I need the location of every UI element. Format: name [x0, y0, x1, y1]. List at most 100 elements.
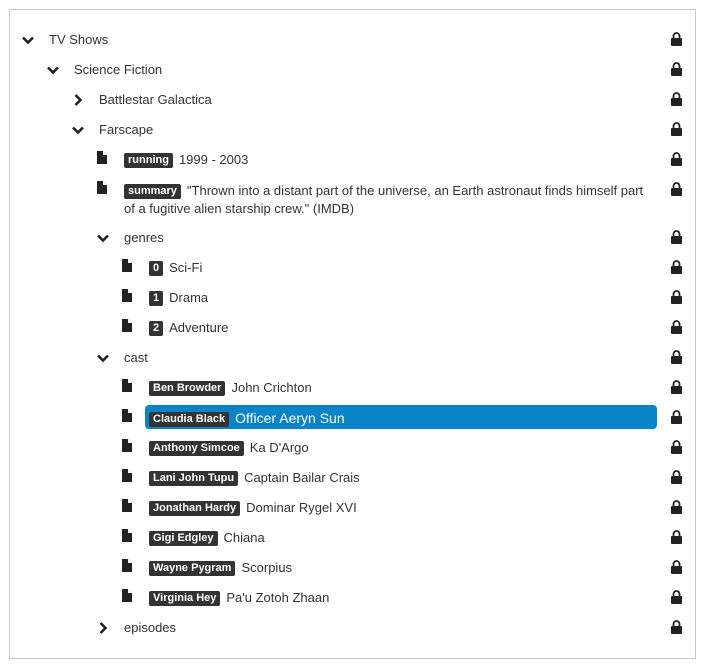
tree-node-cast[interactable]: cast [10, 343, 695, 373]
chevron-right-icon[interactable] [96, 621, 110, 635]
key-badge: Ben Browder [149, 381, 226, 396]
document-icon [122, 529, 134, 543]
tree-leaf-cast-member[interactable]: Gigi Edgley Chiana [10, 523, 695, 553]
lock-icon[interactable] [671, 410, 682, 424]
document-icon [122, 379, 134, 393]
node-label: TV Shows [49, 32, 109, 47]
document-icon [122, 439, 134, 453]
lock-icon[interactable] [671, 560, 682, 574]
lock-icon[interactable] [671, 320, 682, 334]
lock-icon[interactable] [671, 122, 682, 136]
leaf-content: Anthony Simcoe Ka D'Argo [149, 433, 309, 463]
tree-node-science-fiction[interactable]: Science Fiction [10, 55, 695, 85]
document-icon [97, 181, 109, 195]
lock-icon[interactable] [671, 152, 682, 166]
key-badge: 2 [149, 321, 164, 336]
document-icon [122, 499, 134, 513]
tree-leaf-cast-member[interactable]: Anthony Simcoe Ka D'Argo [10, 433, 695, 463]
leaf-value: Adventure [169, 320, 229, 335]
leaf-content: Virginia Hey Pa'u Zotoh Zhaan [149, 583, 329, 613]
lock-icon[interactable] [671, 380, 682, 394]
document-icon [122, 409, 134, 423]
leaf-value: 1999 - 2003 [178, 152, 249, 167]
node-label: Farscape [99, 122, 154, 137]
chevron-down-icon[interactable] [46, 63, 60, 77]
leaf-value: John Crichton [231, 380, 312, 395]
chevron-down-icon[interactable] [71, 123, 85, 137]
lock-icon[interactable] [671, 500, 682, 514]
node-label: Battlestar Galactica [99, 92, 212, 107]
lock-icon[interactable] [671, 260, 682, 274]
leaf-content: 2 Adventure [149, 313, 228, 343]
tree-leaf-cast-member[interactable]: Wayne Pygram Scorpius [10, 553, 695, 583]
lock-icon[interactable] [671, 32, 682, 46]
leaf-value: "Thrown into a distant part of the unive… [124, 183, 644, 216]
tree-leaf-genre[interactable]: 1 Drama [10, 283, 695, 313]
chevron-down-icon[interactable] [96, 231, 110, 245]
lock-icon[interactable] [671, 182, 682, 196]
tree-view: TV Shows Science Fiction Battlestar Gala… [9, 9, 696, 659]
document-icon [122, 319, 134, 333]
lock-icon[interactable] [671, 470, 682, 484]
document-icon [122, 289, 134, 303]
leaf-value: Pa'u Zotoh Zhaan [226, 590, 330, 605]
document-icon [122, 559, 134, 573]
lock-icon[interactable] [671, 230, 682, 244]
key-badge: Gigi Edgley [149, 531, 218, 546]
key-badge: Virginia Hey [149, 591, 221, 606]
tree-leaf-genre[interactable]: 2 Adventure [10, 313, 695, 343]
tree-node-farscape[interactable]: Farscape [10, 115, 695, 145]
leaf-value: Drama [169, 290, 209, 305]
leaf-content: Lani John Tupu Captain Bailar Crais [149, 463, 360, 493]
tree-leaf-cast-member[interactable]: Ben Browder John Crichton [10, 373, 695, 403]
key-badge: summary [124, 184, 181, 199]
tree-leaf-cast-member-selected[interactable]: Claudia Black Officer Aeryn Sun [10, 403, 695, 433]
document-icon [122, 589, 134, 603]
lock-icon[interactable] [671, 530, 682, 544]
leaf-content: Gigi Edgley Chiana [149, 523, 265, 553]
key-badge: Anthony Simcoe [149, 441, 244, 456]
tree-leaf-cast-member[interactable]: Jonathan Hardy Dominar Rygel XVI [10, 493, 695, 523]
key-badge: 0 [149, 261, 164, 276]
chevron-right-icon[interactable] [71, 93, 85, 107]
leaf-value: Scorpius [241, 560, 293, 575]
leaf-content: Wayne Pygram Scorpius [149, 553, 292, 583]
tree-leaf-genre[interactable]: 0 Sci-Fi [10, 253, 695, 283]
key-badge: 1 [149, 291, 164, 306]
lock-icon[interactable] [671, 92, 682, 106]
tree-leaf-summary[interactable]: summary "Thrown into a distant part of th… [10, 175, 695, 223]
lock-icon[interactable] [671, 440, 682, 454]
lock-icon[interactable] [671, 590, 682, 604]
node-label: episodes [124, 620, 177, 635]
chevron-down-icon[interactable] [21, 33, 35, 47]
lock-icon[interactable] [671, 350, 682, 364]
chevron-down-icon[interactable] [96, 351, 110, 365]
node-label: Science Fiction [74, 62, 163, 77]
lock-icon[interactable] [671, 290, 682, 304]
leaf-content: 1 Drama [149, 283, 208, 313]
leaf-content: Jonathan Hardy Dominar Rygel XVI [149, 493, 357, 523]
document-icon [122, 469, 134, 483]
tree-node-episodes[interactable]: episodes [10, 613, 695, 643]
leaf-content: running 1999 - 2003 [124, 145, 248, 175]
leaf-value: Dominar Rygel XVI [246, 500, 357, 515]
leaf-value: Captain Bailar Crais [244, 470, 360, 485]
leaf-value: Sci-Fi [169, 260, 203, 275]
tree-node-battlestar-galactica[interactable]: Battlestar Galactica [10, 85, 695, 115]
lock-icon[interactable] [671, 62, 682, 76]
tree-leaf-running[interactable]: running 1999 - 2003 [10, 145, 695, 175]
tree-leaf-cast-member[interactable]: Virginia Hey Pa'u Zotoh Zhaan [10, 583, 695, 613]
leaf-value: Ka D'Argo [249, 440, 309, 455]
key-badge: Wayne Pygram [149, 561, 236, 576]
tree-node-tv-shows[interactable]: TV Shows [10, 25, 695, 55]
tree-node-genres[interactable]: genres [10, 223, 695, 253]
leaf-content: Claudia Black Officer Aeryn Sun [149, 403, 345, 433]
document-icon [122, 259, 134, 273]
leaf-content: summary "Thrown into a distant part of th… [124, 182, 656, 218]
leaf-content: Ben Browder John Crichton [149, 373, 312, 403]
tree-leaf-cast-member[interactable]: Lani John Tupu Captain Bailar Crais [10, 463, 695, 493]
lock-icon[interactable] [671, 620, 682, 634]
leaf-content: 0 Sci-Fi [149, 253, 202, 283]
document-icon [97, 151, 109, 165]
key-badge: Claudia Black [149, 412, 230, 427]
